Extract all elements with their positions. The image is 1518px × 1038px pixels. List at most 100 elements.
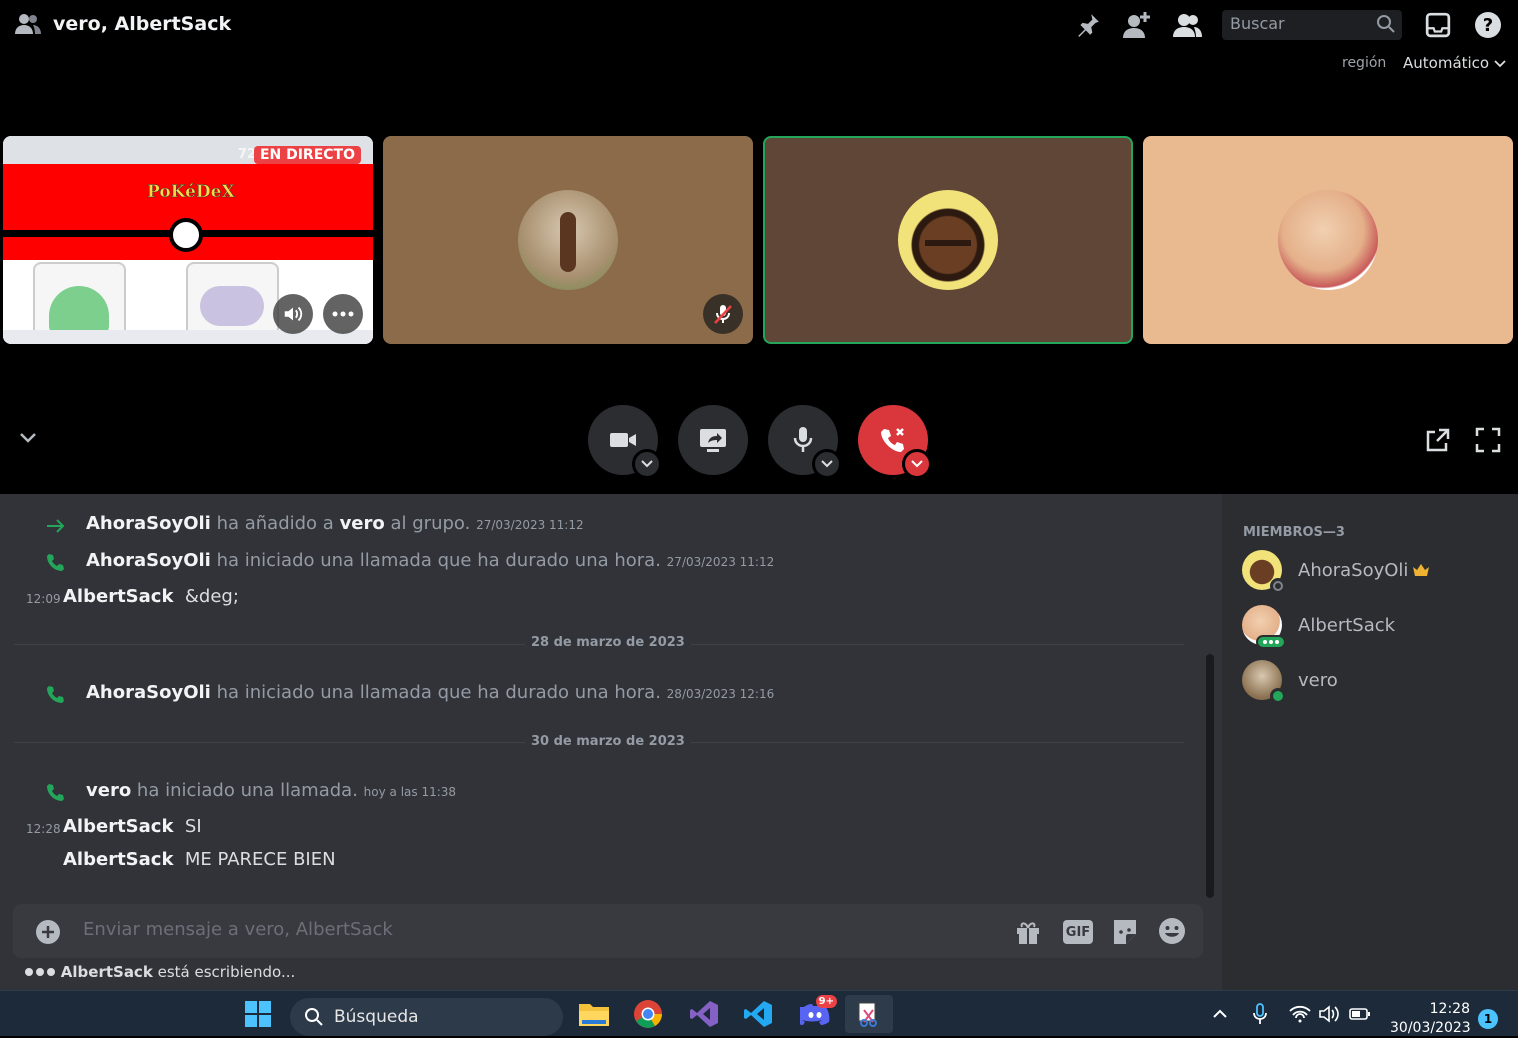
typing-user: AlbertSack — [60, 963, 153, 981]
join-arrow-icon — [46, 518, 66, 537]
channel-title: vero, AlbertSack — [53, 13, 232, 35]
message-text: al grupo. — [390, 513, 471, 534]
message-author[interactable]: AhoraSoyOli — [86, 513, 211, 534]
typing-indicator: AlbertSack está escribiendo... — [24, 963, 295, 981]
disconnect-button[interactable] — [858, 405, 932, 479]
disconnect-options-button[interactable] — [902, 449, 932, 479]
message-composer[interactable]: Enviar mensaje a vero, AlbertSack GIF — [13, 904, 1203, 958]
svg-text:?: ? — [1483, 15, 1493, 36]
pin-icon[interactable] — [1073, 10, 1103, 40]
inbox-icon[interactable] — [1423, 10, 1453, 40]
avatar — [1242, 550, 1286, 594]
member-item[interactable]: AlbertSack — [1242, 603, 1396, 649]
taskbar-clock[interactable]: 12:28 30/03/2023 — [1390, 1000, 1471, 1038]
message-timestamp: 12:09 — [26, 592, 61, 606]
search-icon — [305, 1008, 323, 1026]
bulbasaur-image — [49, 286, 109, 336]
member-name: AhoraSoyOli — [1298, 559, 1409, 581]
message-author[interactable]: AlbertSack — [63, 816, 173, 837]
snipping-tool-icon[interactable] — [845, 995, 893, 1033]
camera-icon — [610, 433, 636, 447]
sticker-icon[interactable] — [1112, 918, 1138, 950]
stream-tile[interactable]: PoKéDeX 720 EN DIRECTO — [3, 136, 373, 344]
message-text: ha iniciado una llamada. — [136, 780, 358, 801]
participant-tile-speaking[interactable] — [763, 136, 1133, 344]
message-text: ha iniciado una llamada que ha durado un… — [216, 550, 661, 571]
taskbar-search[interactable]: Búsqueda — [290, 998, 563, 1036]
call-phone-icon — [46, 685, 66, 709]
member-item[interactable]: AhoraSoyOli — [1242, 548, 1430, 594]
participant-tile-vero[interactable] — [383, 136, 753, 344]
avatar — [1242, 605, 1286, 649]
discord-icon[interactable]: 9+ — [795, 995, 837, 1033]
participant-tile-albertsack[interactable] — [1143, 136, 1513, 344]
composer-placeholder: Enviar mensaje a vero, AlbertSack — [83, 919, 393, 940]
member-name: AlbertSack — [1298, 614, 1396, 636]
search-input[interactable]: Buscar — [1222, 10, 1402, 40]
members-list-icon[interactable] — [1172, 10, 1202, 40]
message-author[interactable]: AhoraSoyOli — [86, 682, 211, 703]
typing-status-badge — [1256, 635, 1286, 649]
popout-icon[interactable] — [1425, 427, 1451, 457]
vscode-icon[interactable] — [738, 995, 778, 1033]
volume-icon — [284, 306, 303, 322]
search-icon — [1376, 14, 1396, 38]
muted-indicator — [703, 294, 743, 334]
stream-more-button[interactable] — [323, 294, 363, 334]
pokedex-logo: PoKéDeX — [147, 182, 235, 203]
microphone-button[interactable] — [768, 405, 842, 479]
message-timestamp: 27/03/2023 11:12 — [476, 518, 584, 532]
chat-message: AlbertSack ME PARECE BIEN — [63, 849, 336, 870]
date-divider-label: 28 de marzo de 2023 — [525, 635, 691, 650]
system-message: AhoraSoyOli ha iniciado una llamada que … — [86, 550, 774, 571]
chat-message: AlbertSack &deg; — [63, 586, 239, 607]
tray-microphone-icon[interactable] — [1240, 995, 1280, 1033]
chevron-down-icon — [821, 460, 833, 468]
help-icon[interactable]: ? — [1473, 10, 1503, 40]
chat-message: AlbertSack SI — [63, 816, 202, 837]
gif-label: GIF — [1065, 924, 1091, 940]
chrome-icon[interactable] — [628, 995, 668, 1033]
message-author[interactable]: AlbertSack — [63, 849, 173, 870]
attach-plus-icon[interactable] — [35, 919, 61, 949]
collapse-chevron-icon[interactable] — [18, 430, 38, 449]
notification-badge[interactable]: 1 — [1478, 1009, 1498, 1029]
region-label: región — [1342, 55, 1387, 71]
emoji-icon[interactable] — [1158, 917, 1186, 949]
microphone-options-button[interactable] — [812, 449, 842, 479]
avatar — [518, 190, 618, 290]
camera-button[interactable] — [588, 405, 662, 479]
stream-volume-button[interactable] — [273, 294, 313, 334]
message-author[interactable]: AlbertSack — [63, 586, 173, 607]
chevron-down-icon — [641, 460, 653, 468]
tray-expand-icon[interactable] — [1200, 995, 1240, 1033]
visual-studio-icon[interactable] — [684, 995, 724, 1033]
avatar — [898, 190, 998, 290]
message-author[interactable]: AhoraSoyOli — [86, 550, 211, 571]
screen-share-button[interactable] — [678, 405, 748, 475]
message-text: ha añadido a — [216, 513, 334, 534]
message-mention[interactable]: vero — [340, 513, 385, 534]
fullscreen-icon[interactable] — [1475, 427, 1501, 457]
system-message: AhoraSoyOli ha iniciado una llamada que … — [86, 682, 774, 703]
region-value: Automático — [1403, 54, 1490, 72]
chevron-down-icon — [1494, 60, 1506, 68]
message-author[interactable]: vero — [86, 780, 131, 801]
avatar — [1242, 660, 1286, 704]
call-phone-icon — [46, 553, 66, 577]
file-explorer-icon[interactable] — [574, 995, 614, 1033]
camera-options-button[interactable] — [632, 449, 662, 479]
system-message: vero ha iniciado una llamada. hoy a las … — [86, 780, 456, 801]
members-header: MIEMBROS—3 — [1243, 525, 1345, 540]
search-placeholder: Buscar — [1230, 14, 1285, 33]
start-icon[interactable] — [238, 995, 278, 1033]
battery-icon[interactable] — [1340, 995, 1380, 1033]
add-friend-icon[interactable] — [1123, 10, 1153, 40]
gift-icon[interactable] — [1015, 919, 1041, 949]
chat-scrollbar[interactable] — [1206, 654, 1214, 898]
clock-time: 12:28 — [1429, 1001, 1470, 1017]
gif-button[interactable]: GIF — [1063, 920, 1093, 944]
region-select[interactable]: Automático — [1403, 54, 1506, 72]
member-item[interactable]: vero — [1242, 658, 1338, 704]
chevron-down-icon — [911, 460, 923, 468]
